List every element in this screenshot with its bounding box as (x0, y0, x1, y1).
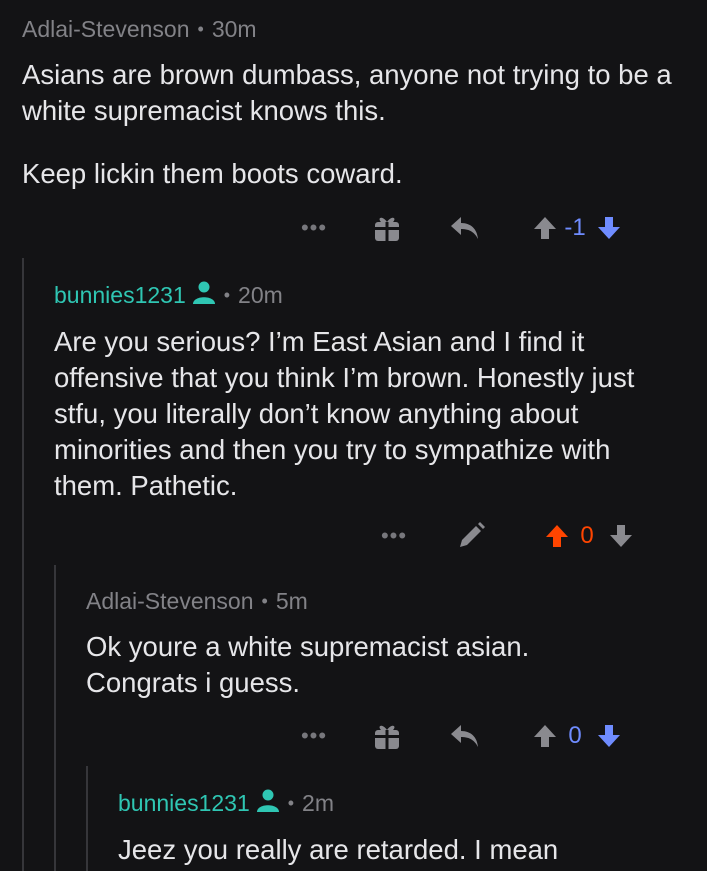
comment-author[interactable]: Adlai-Stevenson (86, 588, 254, 615)
vote-score: 0 (580, 522, 594, 549)
vote-score: 0 (568, 722, 582, 749)
thread-line-level-3[interactable] (86, 766, 88, 871)
comment-paragraph: Asians are brown dumbass, anyone not try… (22, 59, 672, 126)
more-options-button[interactable]: ••• (376, 523, 412, 549)
comment-meta: bunnies1231 • 2m (118, 788, 688, 818)
comment-time: 30m (211, 16, 257, 42)
comment-paragraph: Are you serious? I’m East Asian and I fi… (54, 326, 635, 501)
more-options-button[interactable]: ••• (296, 723, 332, 749)
comment-meta: Adlai-Stevenson • 30m (22, 16, 672, 43)
reply-icon[interactable] (450, 723, 480, 749)
more-options-button[interactable]: ••• (296, 215, 332, 241)
comment-paragraph: Keep lickin them boots coward. (22, 158, 403, 189)
comment-meta: bunnies1231 • 20m (54, 280, 674, 310)
op-person-icon (256, 788, 280, 818)
upvote-icon[interactable] (544, 523, 570, 549)
edit-icon[interactable] (456, 521, 486, 551)
comment-4: bunnies1231 • 2m Jeez you really are ret… (118, 788, 688, 868)
reply-icon[interactable] (450, 215, 480, 241)
meta-separator: • (261, 591, 268, 611)
meta-separator: • (223, 284, 231, 305)
gift-icon[interactable] (372, 721, 402, 751)
comment-body: Jeez you really are retarded. I mean (118, 832, 688, 868)
comment-1: Adlai-Stevenson • 30m Asians are brown d… (22, 16, 672, 192)
comment-time: 2m (302, 789, 334, 816)
downvote-icon[interactable] (596, 723, 622, 749)
meta-separator: • (287, 792, 295, 813)
comment-body: Ok youre a white supremacist asian. Cong… (86, 629, 606, 701)
comment-author[interactable]: bunnies1231 (118, 790, 250, 817)
meta-separator: • (197, 19, 204, 39)
comment-actions: ••• 0 (376, 516, 634, 556)
comment-author[interactable]: bunnies1231 (54, 282, 186, 309)
comment-time: 20m (238, 281, 283, 308)
comment-meta: Adlai-Stevenson • 5m (86, 588, 676, 615)
vote-score: -1 (564, 214, 586, 241)
op-person-icon (192, 280, 216, 310)
comment-time: 5m (275, 588, 308, 614)
comment-author[interactable]: Adlai-Stevenson (22, 16, 190, 43)
upvote-icon[interactable] (532, 215, 558, 241)
comment-paragraph: Jeez you really are retarded. I mean (118, 834, 559, 865)
comment-2: bunnies1231 • 20m Are you serious? I’m E… (54, 280, 674, 504)
comment-actions: ••• -1 (296, 208, 622, 248)
downvote-icon[interactable] (596, 215, 622, 241)
downvote-icon[interactable] (608, 523, 634, 549)
comment-paragraph: Ok youre a white supremacist asian. Cong… (86, 631, 530, 698)
gift-icon[interactable] (372, 213, 402, 243)
upvote-icon[interactable] (532, 723, 558, 749)
thread-line-level-1[interactable] (22, 258, 24, 871)
thread-line-level-2[interactable] (54, 565, 56, 871)
comment-actions: ••• 0 (296, 716, 622, 756)
comment-body: Asians are brown dumbass, anyone not try… (22, 57, 672, 192)
comment-3: Adlai-Stevenson • 5m Ok youre a white su… (86, 588, 676, 701)
comment-body: Are you serious? I’m East Asian and I fi… (54, 324, 674, 504)
